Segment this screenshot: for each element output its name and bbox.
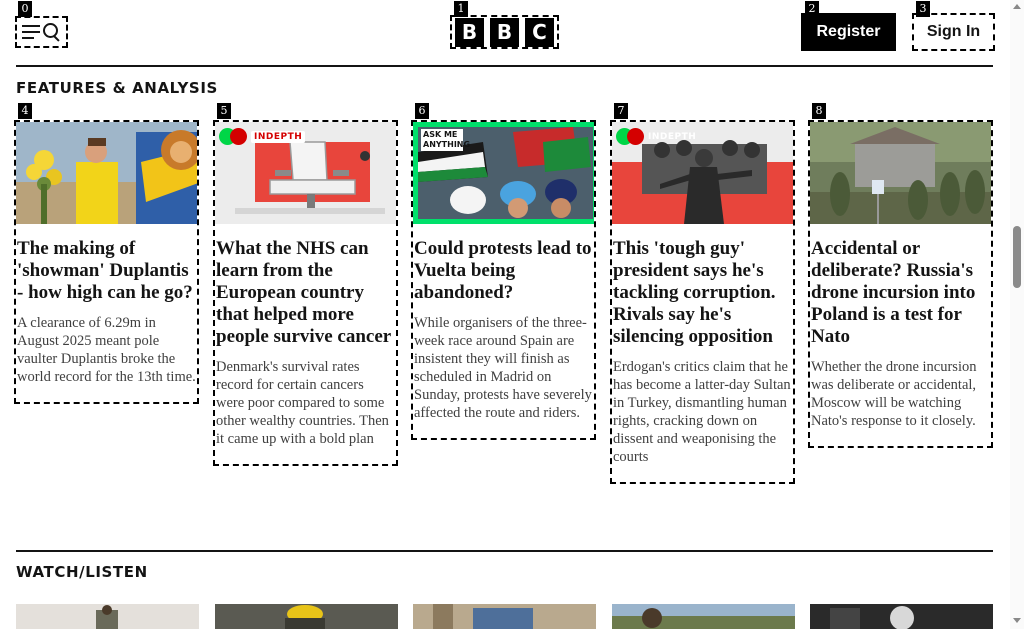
element-index-tag: 4	[18, 103, 32, 119]
page-scrollbar[interactable]	[1010, 0, 1024, 629]
feature-card[interactable]: Accidental or deliberate? Russia's drone…	[808, 120, 993, 448]
feature-card[interactable]: INDEPTH This 'tough guy' president says …	[610, 120, 795, 484]
indepth-label: INDEPTH	[251, 130, 306, 143]
card-image-nhs: INDEPTH	[215, 122, 396, 224]
feature-card[interactable]: ASK ME ANYTHING Could protests lead to V…	[411, 120, 596, 440]
logo-letter: C	[525, 17, 554, 47]
menu-icon	[22, 25, 40, 39]
element-index-tag: 0	[18, 1, 32, 17]
card-headline[interactable]: Accidental or deliberate? Russia's drone…	[811, 238, 990, 348]
card-image-erdogan: INDEPTH	[612, 122, 793, 224]
ask-me-anything-badge: ASK ME ANYTHING	[421, 129, 471, 151]
card-summary: Whether the drone incursion was delibera…	[811, 359, 977, 429]
badge-dot-icon	[230, 128, 247, 145]
card-headline[interactable]: The making of 'showman' Duplantis - how …	[17, 238, 196, 304]
logo-letter: B	[455, 17, 484, 47]
bbc-logo[interactable]: B B C	[450, 15, 559, 49]
card-summary: Erdogan's critics claim that he has beco…	[613, 359, 791, 465]
feature-card[interactable]: The making of 'showman' Duplantis - how …	[14, 120, 199, 404]
video-thumbnail[interactable]	[810, 604, 993, 629]
element-index-tag: 3	[916, 1, 930, 17]
card-image-duplantis	[16, 122, 197, 224]
logo-letter: B	[490, 17, 519, 47]
section-title-features: FEATURES & ANALYSIS	[16, 79, 218, 97]
scrollbar-thumb[interactable]	[1013, 226, 1021, 288]
element-index-tag: 8	[812, 103, 826, 119]
element-index-tag: 7	[614, 103, 628, 119]
card-summary: While organisers of the three-week race …	[414, 315, 592, 421]
section-title-watch: WATCH/LISTEN	[16, 563, 148, 581]
card-headline[interactable]: This 'tough guy' president says he's tac…	[613, 238, 792, 348]
card-headline[interactable]: Could protests lead to Vuelta being aban…	[414, 238, 593, 304]
badge-dot-icon	[627, 128, 644, 145]
section-divider	[16, 65, 993, 67]
section-divider	[16, 550, 993, 552]
card-image-poland-drone	[810, 122, 991, 224]
video-thumbnail[interactable]	[16, 604, 199, 629]
register-button[interactable]: Register	[801, 13, 896, 51]
element-index-tag: 6	[415, 103, 429, 119]
card-image-vuelta: ASK ME ANYTHING	[413, 122, 594, 224]
element-index-tag: 5	[217, 103, 231, 119]
element-index-tag: 2	[805, 1, 819, 17]
signin-button[interactable]: Sign In	[912, 13, 995, 51]
element-index-tag: 1	[454, 1, 468, 17]
video-thumbnail[interactable]	[413, 604, 596, 629]
feature-card[interactable]: INDEPTH What the NHS can learn from the …	[213, 120, 398, 466]
indepth-label: INDEPTH	[648, 131, 697, 142]
site-header: 0 B B C 1 Register 2 Sign In 3	[0, 0, 1010, 64]
search-icon	[43, 23, 61, 41]
card-headline[interactable]: What the NHS can learn from the European…	[216, 238, 395, 348]
indepth-badge: INDEPTH	[616, 128, 696, 145]
scroll-up-icon[interactable]	[1013, 4, 1021, 9]
menu-search-button[interactable]	[15, 16, 68, 48]
scroll-down-icon[interactable]	[1013, 618, 1021, 623]
video-thumbnail[interactable]	[612, 604, 795, 629]
indepth-badge: INDEPTH	[219, 128, 306, 145]
card-summary: Denmark's survival rates record for cert…	[216, 359, 389, 447]
video-thumbnail[interactable]	[215, 604, 398, 629]
card-summary: A clearance of 6.29m in August 2025 mean…	[17, 315, 196, 385]
